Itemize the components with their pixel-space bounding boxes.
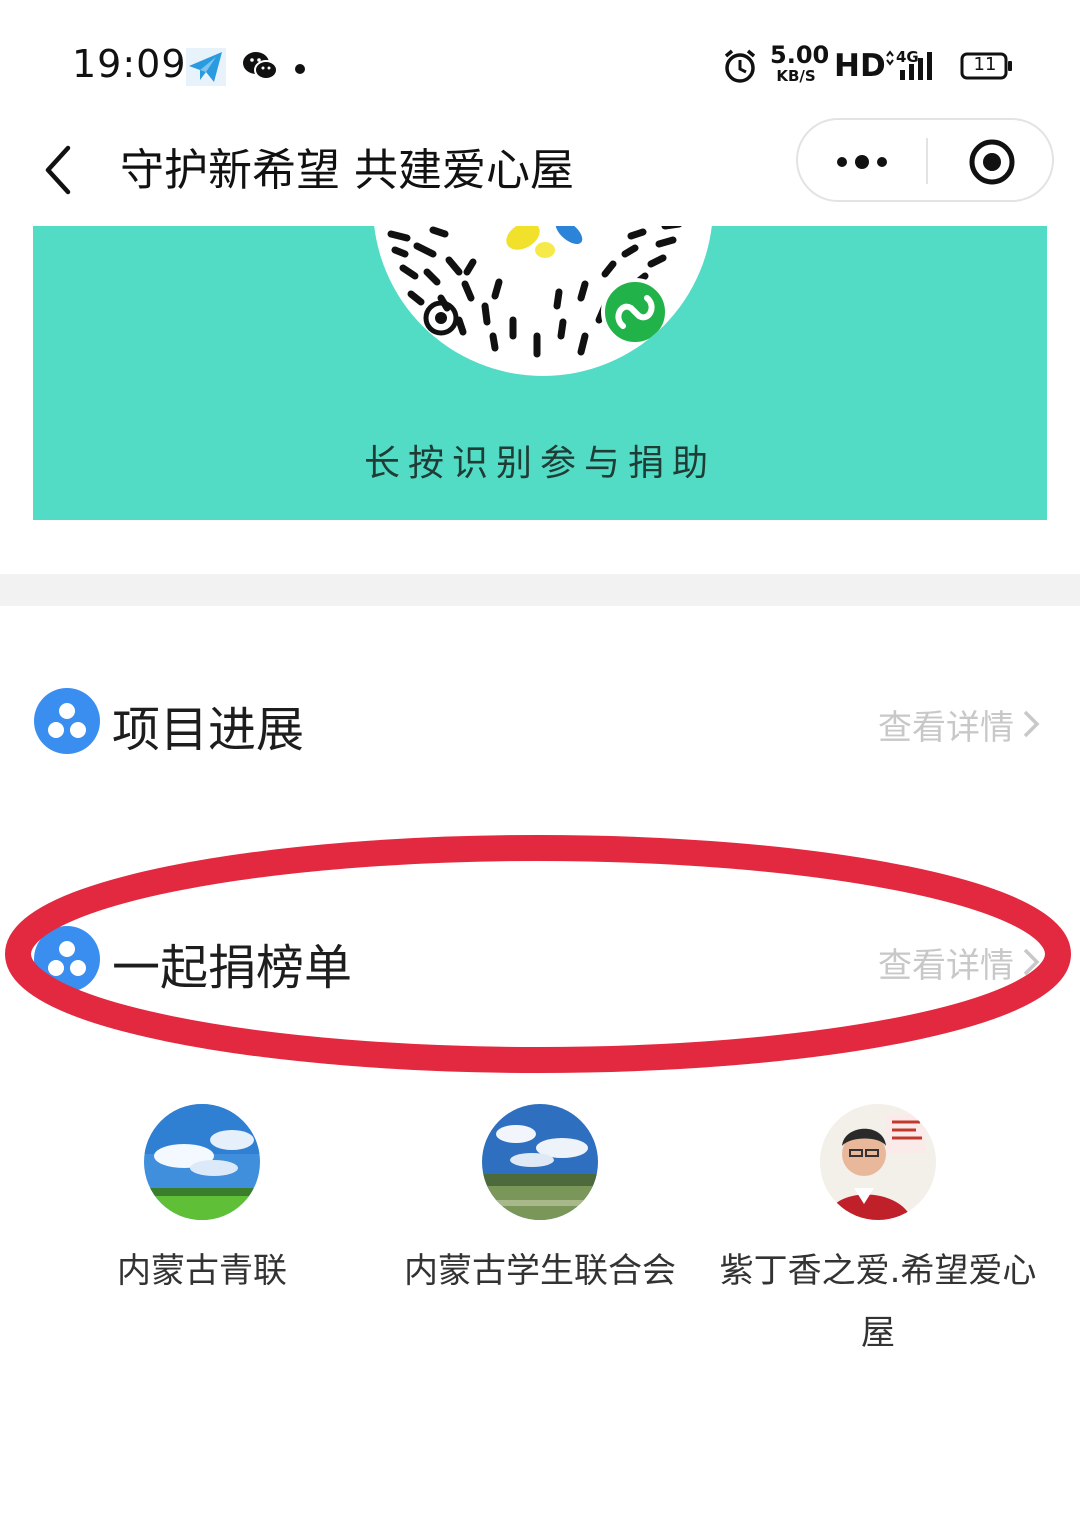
hd-label: HD: [834, 48, 886, 84]
donor-name: 紫丁香之爱.希望爱心屋: [719, 1251, 1037, 1353]
close-target-icon: [928, 139, 1054, 204]
wechat-icon: [242, 50, 278, 86]
more-button[interactable]: [798, 120, 926, 200]
dot-icon: [294, 60, 306, 79]
avatar: [820, 1104, 936, 1220]
donor-item[interactable]: 内蒙古学生联合会: [370, 1104, 710, 1302]
avatar: [482, 1104, 598, 1220]
section-title-ranking: 一起捐榜单: [112, 940, 353, 996]
detail-link-label: 查看详情: [878, 946, 1014, 986]
page: 19:09 5.00 KB/S HD 4G 11 守护新希望 共建爱心屋 长按识…: [0, 0, 1080, 1536]
battery-level: 11: [973, 54, 997, 75]
donation-banner: 长按识别参与捐助: [33, 226, 1047, 520]
avatar: [144, 1104, 260, 1220]
page-title: 守护新希望 共建爱心屋: [120, 145, 574, 196]
section-title-progress: 项目进展: [112, 702, 305, 758]
status-time: 19:09: [72, 42, 187, 86]
net-speed-unit: KB/S: [776, 67, 816, 85]
section-divider: [0, 574, 1080, 606]
net-speed-value: 5.00: [770, 41, 830, 69]
chevron-right-icon: [1022, 946, 1040, 986]
more-dots-icon: [798, 155, 926, 204]
detail-link-label: 查看详情: [878, 708, 1014, 748]
donor-name: 内蒙古青联: [117, 1251, 287, 1291]
back-arrow-icon: [40, 145, 84, 202]
back-button[interactable]: [40, 128, 84, 198]
banner-caption: 长按识别参与捐助: [363, 443, 716, 484]
capsule-menu: [796, 118, 1054, 202]
ranking-detail-link[interactable]: 查看详情: [878, 938, 1040, 987]
group-icon: [34, 926, 100, 992]
donor-item[interactable]: 内蒙古青联: [32, 1104, 372, 1302]
project-progress-section: 项目进展 查看详情: [0, 676, 1080, 766]
donation-ranking-section: 一起捐榜单 查看详情: [0, 914, 1080, 1004]
chevron-right-icon: [1022, 708, 1040, 748]
signal-icon: [884, 50, 944, 86]
alarm-icon: [722, 48, 758, 88]
donor-item[interactable]: 紫丁香之爱.希望爱心屋: [708, 1104, 1048, 1364]
group-icon: [34, 688, 100, 754]
donor-name: 内蒙古学生联合会: [404, 1251, 676, 1291]
close-button[interactable]: [928, 120, 1054, 200]
progress-detail-link[interactable]: 查看详情: [878, 700, 1040, 749]
nav-bar: 守护新希望 共建爱心屋: [0, 118, 1080, 214]
telegram-icon: [186, 48, 226, 90]
status-bar: 19:09 5.00 KB/S HD 4G 11: [0, 0, 1080, 120]
mini-program-qr-code[interactable]: [373, 226, 713, 376]
